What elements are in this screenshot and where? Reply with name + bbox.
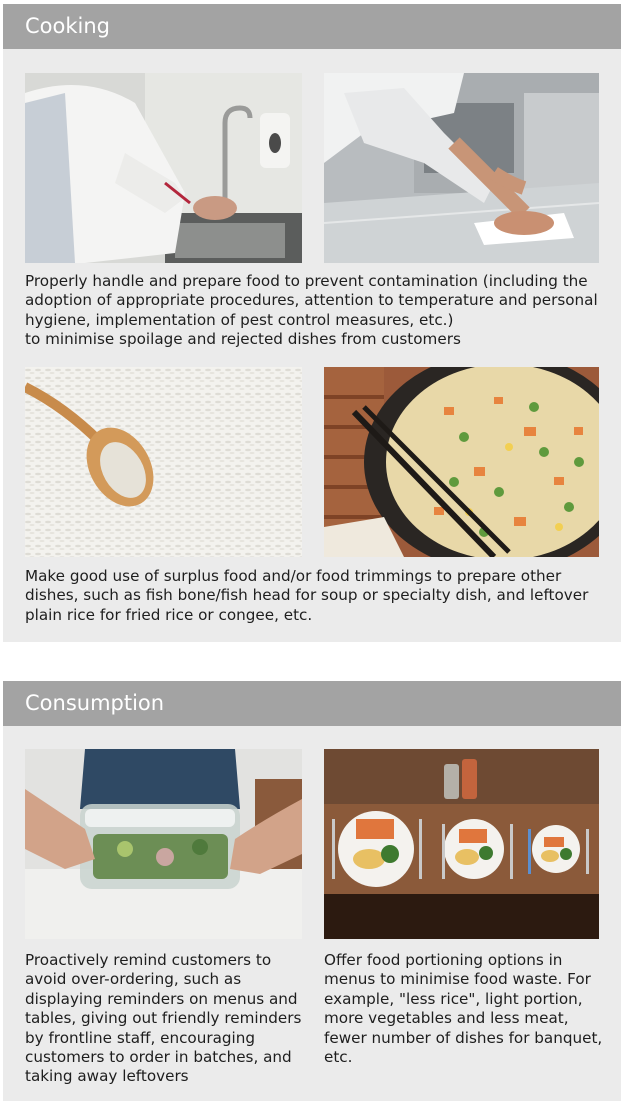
consumption-caption-portioning: Offer food portioning options in menus t… — [324, 951, 603, 1067]
leftover-container-photo — [25, 749, 302, 939]
fried-rice-photo — [324, 367, 599, 557]
wiping-counter-photo — [324, 73, 599, 263]
cooking-caption-hygiene: Properly handle and prepare food to prev… — [25, 272, 605, 350]
plain-rice-photo — [25, 367, 302, 557]
consumption-header: Consumption — [3, 681, 621, 726]
portioned-plates-photo — [324, 749, 599, 939]
consumption-caption-reminders: Proactively remind customers to avoid ov… — [25, 951, 302, 1086]
handwashing-photo — [25, 73, 302, 263]
caption-hygiene-text: Properly handle and prepare food to prev… — [25, 272, 598, 329]
consumption-section: Consumption Proactively remind customers… — [3, 681, 621, 1101]
cooking-section: Cooking Properly handle and prepare food… — [3, 4, 621, 642]
cooking-header: Cooking — [3, 4, 621, 49]
caption-hygiene-text-end: to minimise spoilage and rejected dishes… — [25, 330, 461, 349]
cooking-caption-surplus: Make good use of surplus food and/or foo… — [25, 567, 589, 624]
